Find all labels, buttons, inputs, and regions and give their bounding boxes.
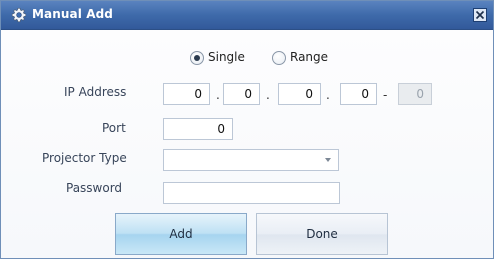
ip-octet-1-input[interactable]: 0 <box>163 83 210 105</box>
title-bar: Manual Add <box>1 1 493 30</box>
range-radio-label: Range <box>290 50 329 64</box>
ip-address-label: IP Address <box>64 85 127 99</box>
radio-selected-dot <box>194 55 200 61</box>
radio-circle <box>190 51 204 65</box>
ip-range-end-input: 0 <box>398 83 432 105</box>
password-label: Password <box>66 181 123 195</box>
done-button[interactable]: Done <box>256 213 388 255</box>
ip-separator: . <box>216 88 220 102</box>
ip-octet-4-input[interactable]: 0 <box>340 83 377 105</box>
close-icon <box>475 10 485 20</box>
ip-separator: . <box>266 88 270 102</box>
ip-octet-2-input[interactable]: 0 <box>223 83 260 105</box>
single-radio-label: Single <box>208 50 245 64</box>
add-button[interactable]: Add <box>115 213 247 255</box>
port-input[interactable]: 0 <box>163 118 233 140</box>
chevron-down-icon <box>325 158 331 162</box>
ip-range-separator: - <box>383 88 388 102</box>
gear-icon <box>11 7 27 23</box>
projector-type-dropdown[interactable] <box>163 149 339 171</box>
dialog-title: Manual Add <box>32 7 113 21</box>
ip-octet-3-input[interactable]: 0 <box>278 83 321 105</box>
dialog-body: Single Range IP Address 0 . 0 . 0 . 0 - … <box>1 30 493 258</box>
password-input[interactable] <box>163 182 340 204</box>
manual-add-dialog: Manual Add Single Range IP Address 0 . 0… <box>0 0 494 259</box>
projector-type-label: Projector Type <box>42 151 127 165</box>
ip-separator: . <box>326 88 330 102</box>
close-button[interactable] <box>473 8 487 22</box>
port-label: Port <box>102 121 126 135</box>
radio-circle <box>272 51 286 65</box>
